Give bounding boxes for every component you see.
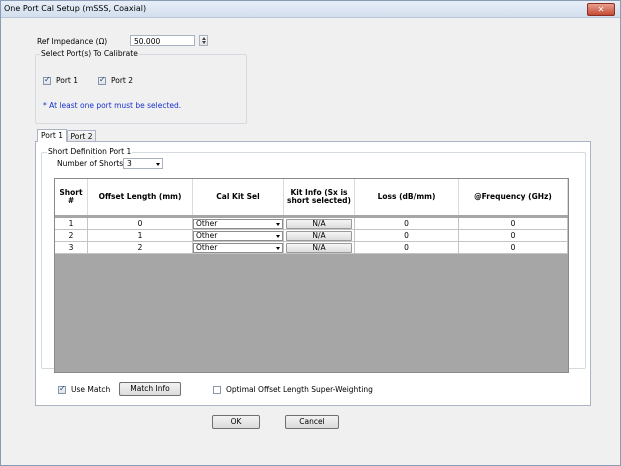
offset-length-cell[interactable]: 2	[88, 242, 193, 254]
port1-checkbox[interactable]: ✓	[43, 75, 51, 85]
cal-kit-cell: Other	[193, 230, 284, 242]
check-icon: ✓	[59, 384, 66, 393]
spin-up-icon[interactable]	[202, 37, 206, 40]
use-match-label: Use Match	[71, 385, 111, 394]
loss-cell[interactable]: 0	[355, 230, 459, 242]
table-header: Short # Offset Length (mm) Cal Kit Sel K…	[55, 179, 568, 215]
port2-label: Port 2	[111, 76, 134, 85]
spin-down-icon[interactable]	[202, 41, 206, 44]
table-row: 1 0 Other N/A 0 0	[55, 218, 568, 230]
loss-cell[interactable]: 0	[355, 218, 459, 230]
offset-length-cell[interactable]: 1	[88, 230, 193, 242]
short-definition-title: Short Definition Port 1	[47, 147, 133, 156]
loss-cell[interactable]: 0	[355, 242, 459, 254]
kit-info-cell: N/A	[284, 242, 355, 254]
kit-info-cell: N/A	[284, 218, 355, 230]
kit-info-button[interactable]: N/A	[286, 231, 352, 241]
frequency-cell[interactable]: 0	[459, 242, 568, 254]
offset-length-cell[interactable]: 0	[88, 218, 193, 230]
ref-impedance-spinner[interactable]	[199, 35, 208, 46]
cal-kit-select[interactable]: Other	[193, 231, 283, 241]
port-selection-warning: * At least one port must be selected.	[43, 101, 182, 110]
cal-kit-value: Other	[196, 243, 218, 252]
title-bar: One Port Cal Setup (mSSS, Coaxial) ✕	[1, 1, 620, 18]
frequency-cell[interactable]: 0	[459, 218, 568, 230]
match-info-button[interactable]: Match Info	[119, 382, 181, 396]
chevron-down-icon	[276, 235, 280, 238]
cal-kit-value: Other	[196, 231, 218, 240]
col-offset-length: Offset Length (mm)	[88, 179, 193, 215]
kit-info-button[interactable]: N/A	[286, 219, 352, 229]
ref-impedance-input[interactable]: 50.000	[130, 35, 195, 46]
close-icon: ✕	[597, 5, 605, 14]
select-ports-title: Select Port(s) To Calibrate	[40, 49, 139, 58]
num-shorts-value: 3	[127, 159, 132, 168]
shorts-table: Short # Offset Length (mm) Cal Kit Sel K…	[54, 178, 569, 373]
window-title: One Port Cal Setup (mSSS, Coaxial)	[4, 4, 147, 13]
short-number-cell: 2	[55, 230, 88, 242]
chevron-down-icon	[276, 223, 280, 226]
cancel-button[interactable]: Cancel	[285, 415, 339, 429]
tab-port1[interactable]: Port 1	[37, 129, 67, 142]
close-button[interactable]: ✕	[587, 3, 615, 16]
ref-impedance-label: Ref Impedance (Ω)	[37, 37, 108, 46]
optimal-offset-label: Optimal Offset Length Super-Weighting	[226, 385, 373, 394]
dialog-window: One Port Cal Setup (mSSS, Coaxial) ✕ Ref…	[0, 0, 621, 466]
short-number-cell: 3	[55, 242, 88, 254]
num-shorts-select[interactable]: 3	[123, 158, 163, 169]
col-loss: Loss (dB/mm)	[355, 179, 459, 215]
ok-button[interactable]: OK	[212, 415, 260, 429]
check-icon: ✓	[99, 75, 106, 84]
kit-info-cell: N/A	[284, 230, 355, 242]
cal-kit-select[interactable]: Other	[193, 243, 283, 253]
cal-kit-cell: Other	[193, 242, 284, 254]
col-kit-info: Kit Info (Sx is short selected)	[284, 179, 355, 215]
use-match-checkbox[interactable]: ✓	[58, 384, 66, 394]
chevron-down-icon	[156, 163, 160, 166]
col-frequency: @Frequency (GHz)	[459, 179, 568, 215]
short-number-cell: 1	[55, 218, 88, 230]
col-cal-kit-sel: Cal Kit Sel	[193, 179, 284, 215]
cal-kit-cell: Other	[193, 218, 284, 230]
port1-label: Port 1	[56, 76, 79, 85]
num-shorts-label: Number of Shorts:	[57, 159, 126, 168]
select-ports-group	[35, 54, 247, 124]
table-row: 3 2 Other N/A 0 0	[55, 242, 568, 254]
table-row: 2 1 Other N/A 0 0	[55, 230, 568, 242]
port2-checkbox[interactable]: ✓	[98, 75, 106, 85]
chevron-down-icon	[276, 247, 280, 250]
optimal-offset-checkbox[interactable]	[213, 386, 221, 394]
cal-kit-value: Other	[196, 219, 218, 228]
kit-info-button[interactable]: N/A	[286, 243, 352, 253]
frequency-cell[interactable]: 0	[459, 230, 568, 242]
cal-kit-select[interactable]: Other	[193, 219, 283, 229]
col-short: Short #	[55, 179, 88, 215]
check-icon: ✓	[44, 75, 51, 84]
